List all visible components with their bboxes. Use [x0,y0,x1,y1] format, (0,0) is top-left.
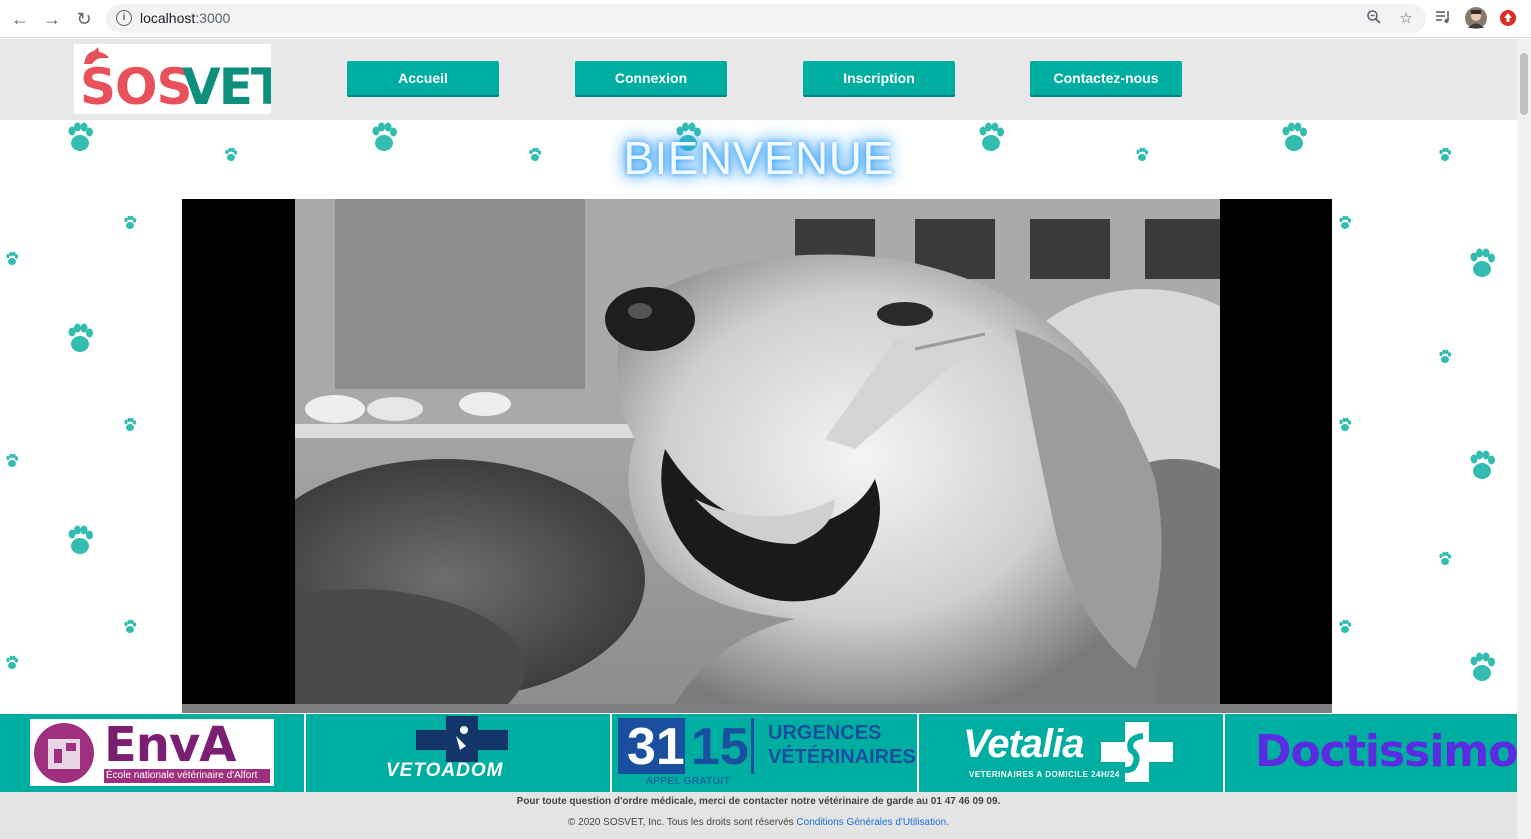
enva-subtitle: École nationale vétérinaire d'Alfort [104,769,270,783]
reload-icon[interactable]: ↻ [72,7,96,31]
partner-vetalia-logo[interactable]: Vetalia VETERINAIRES A DOMICILE 24H/24 [919,714,1223,792]
doctissimo-name: Doctissimo [1255,726,1517,777]
copyright-text: © 2020 SOSVET, Inc. Tous les droits sont… [568,817,794,828]
site-info-icon[interactable]: i [116,10,132,26]
site-header: SOS VET Accueil Connexion Inscription Co… [0,39,1517,120]
partner-3115-logo[interactable]: 31 15 APPEL GRATUIT URGENCES VÉTÉRINAIRE… [612,714,917,792]
partners-band: EnvA École nationale vétérinaire d'Alfor… [0,714,1517,792]
partner-doctissimo-logo[interactable]: Doctissimo [1225,714,1517,792]
nav-inscription-button[interactable]: Inscription [803,61,955,97]
sosvet-logo[interactable]: SOS VET [74,44,271,114]
address-bar[interactable]: i localhost:3000 ☆ [106,4,1426,33]
nav-contact-button[interactable]: Contactez-nous [1030,61,1182,97]
vetoadom-name: VETOADOM [386,760,504,781]
3115-tag: APPEL GRATUIT [646,776,731,787]
partner-enva-logo[interactable]: EnvA École nationale vétérinaire d'Alfor… [30,717,274,786]
vetalia-subtitle: VETERINAIRES A DOMICILE 24H/24 [969,770,1120,779]
logo-text-sos: SOS [80,58,193,114]
dog-video-frame[interactable] [295,199,1220,704]
page-scrollbar[interactable] [1517,39,1531,839]
3115-number-box: 31 15 [618,714,754,776]
3115-number-b: 15 [691,718,749,776]
cgu-link[interactable]: Conditions Générales d'Utilisation. [796,817,949,828]
enva-crest-icon [34,723,94,783]
url-text: localhost:3000 [140,10,230,26]
url-host: localhost [140,10,196,26]
3115-line1: URGENCES [768,722,882,744]
zoom-icon[interactable] [1364,9,1384,29]
browser-toolbar: ← → ↻ i localhost:3000 ☆ [0,0,1531,38]
url-port: :3000 [195,10,231,26]
nav-accueil-button[interactable]: Accueil [347,61,499,97]
update-icon[interactable] [1499,9,1521,31]
vetalia-name: Vetalia [963,722,1084,766]
media-controls-icon[interactable] [1434,8,1456,30]
3115-number-a: 31 [627,718,685,776]
logo-text-vet: VET [182,58,271,114]
welcome-title: BIENVENUE [623,132,894,184]
nav-connexion-button[interactable]: Connexion [575,61,727,97]
enva-name: EnvA [104,717,236,773]
vetoadom-cross-icon [416,716,508,762]
web-page: SOS VET Accueil Connexion Inscription Co… [0,39,1517,839]
footer-copyright: © 2020 SOSVET, Inc. Tous les droits sont… [0,817,1517,828]
profile-avatar[interactable] [1465,7,1487,29]
video-progress-bar[interactable] [182,704,1332,713]
back-arrow-icon[interactable]: ← [8,7,32,31]
footer-emergency-text: Pour toute question d'ordre médicale, me… [516,796,1001,807]
partner-vetoadom-logo[interactable]: VETOADOM [306,714,610,792]
scrollbar-thumb[interactable] [1520,53,1528,115]
bookmark-star-icon[interactable]: ☆ [1396,9,1416,29]
forward-arrow-icon[interactable]: → [40,7,64,31]
site-footer: Pour toute question d'ordre médicale, me… [0,792,1517,839]
3115-line2: VÉTÉRINAIRES [768,746,916,768]
video-player[interactable] [182,199,1332,713]
